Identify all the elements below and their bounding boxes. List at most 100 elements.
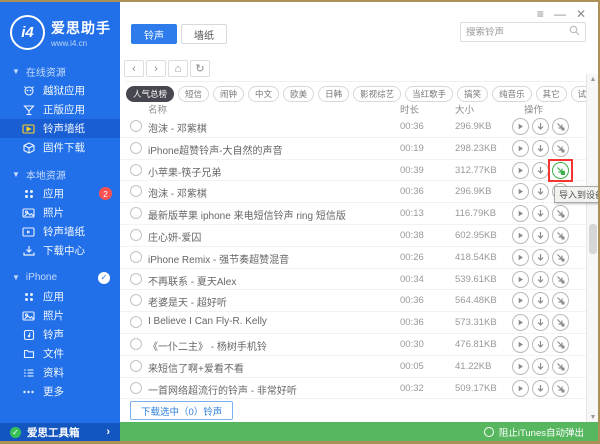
table-row[interactable]: 不再联系 - 夏天Alex 00:34 539.61KB — [120, 269, 586, 291]
import-to-device-button[interactable] — [552, 140, 569, 157]
play-button[interactable] — [512, 380, 529, 397]
sidebar-item-more-dots[interactable]: 更多 — [0, 382, 120, 401]
download-button[interactable] — [532, 118, 549, 135]
table-row[interactable]: 一首网络超流行的铃声 - 非常好听 00:32 509.17KB — [120, 378, 586, 400]
download-button[interactable] — [532, 336, 549, 353]
download-button[interactable] — [532, 162, 549, 179]
back-button[interactable]: ‹ — [124, 60, 144, 77]
row-checkbox[interactable] — [130, 229, 142, 241]
category-pill[interactable]: 日韩 — [318, 86, 349, 102]
sidebar-item-download-center[interactable]: 下载中心 — [0, 241, 120, 260]
menu-icon[interactable]: ≡ — [537, 8, 544, 20]
category-pill[interactable]: 其它 — [536, 86, 567, 102]
download-button[interactable] — [532, 380, 549, 397]
sidebar-item-photos[interactable]: 照片 — [0, 203, 120, 222]
scrollbar[interactable]: ▲ ▼ — [586, 74, 598, 423]
import-to-device-button[interactable] — [552, 205, 569, 222]
row-checkbox[interactable] — [130, 273, 142, 285]
import-to-device-button[interactable] — [552, 380, 569, 397]
download-button[interactable] — [532, 358, 549, 375]
table-row[interactable]: 来短信了啊+爱看不看 00:05 41.22KB — [120, 356, 586, 378]
play-button[interactable] — [512, 336, 529, 353]
sidebar-item-photos[interactable]: 照片 — [0, 306, 120, 325]
play-button[interactable] — [512, 205, 529, 222]
category-pill[interactable]: 纯音乐 — [492, 86, 532, 102]
row-checkbox[interactable] — [130, 382, 142, 394]
row-checkbox[interactable] — [130, 316, 142, 328]
table-row[interactable]: iPhone Remix - 强节奏超赞混音 00:26 418.54KB — [120, 247, 586, 269]
row-checkbox[interactable] — [130, 294, 142, 306]
table-row[interactable]: I Believe I Can Fly-R. Kelly 00:36 573.3… — [120, 312, 586, 334]
table-row[interactable]: 庄心妍-爱囚 00:38 602.95KB — [120, 225, 586, 247]
table-row[interactable]: 老婆是天 - 超好听 00:36 564.48KB — [120, 290, 586, 312]
scrollbar-thumb[interactable] — [589, 224, 597, 254]
import-to-device-button[interactable] — [552, 314, 569, 331]
download-button[interactable] — [532, 140, 549, 157]
import-to-device-button[interactable] — [552, 162, 569, 179]
download-button[interactable] — [532, 271, 549, 288]
table-row[interactable]: 《一仆二主》 - 杨树手机铃 00:30 476.81KB — [120, 334, 586, 356]
import-to-device-button[interactable] — [552, 249, 569, 266]
category-pill[interactable]: 影视综艺 — [353, 86, 401, 102]
minimize-icon[interactable]: — — [554, 8, 566, 20]
row-checkbox[interactable] — [130, 120, 142, 132]
play-button[interactable] — [512, 249, 529, 266]
row-checkbox[interactable] — [130, 207, 142, 219]
sidebar-item-jailbreak-apps[interactable]: 越狱应用 — [0, 81, 120, 100]
sidebar-section-header[interactable]: ▼在线资源 — [0, 62, 120, 81]
toolbox-bar[interactable]: ✓ 爱思工具箱 › — [0, 423, 120, 441]
table-row[interactable]: iPhone超赞铃声-大自然的声音 00:19 298.23KB — [120, 138, 586, 160]
refresh-button[interactable]: ↻ — [190, 60, 210, 77]
play-button[interactable] — [512, 314, 529, 331]
sidebar-item-ringtone-wallpaper[interactable]: 铃声墙纸 — [0, 222, 120, 241]
row-checkbox[interactable] — [130, 142, 142, 154]
import-to-device-button[interactable] — [552, 118, 569, 135]
download-button[interactable] — [532, 314, 549, 331]
download-button[interactable] — [532, 227, 549, 244]
home-button[interactable]: ⌂ — [168, 60, 188, 77]
play-button[interactable] — [512, 358, 529, 375]
sidebar-item-apps-grid[interactable]: 应用2 — [0, 184, 120, 203]
search-input[interactable] — [466, 27, 566, 38]
forward-button[interactable]: › — [146, 60, 166, 77]
sidebar-item-ringtone-wallpaper[interactable]: 铃声墙纸 — [0, 119, 120, 138]
play-button[interactable] — [512, 292, 529, 309]
sidebar-item-apps-grid[interactable]: 应用 — [0, 287, 120, 306]
table-row[interactable]: 最新版苹果 iphone 来电短信铃声 ring 短信版 00:13 116.7… — [120, 203, 586, 225]
row-checkbox[interactable] — [130, 338, 142, 350]
download-button[interactable] — [532, 249, 549, 266]
row-checkbox[interactable] — [130, 185, 142, 197]
sidebar-item-profile[interactable]: 资料 — [0, 363, 120, 382]
category-pill[interactable]: 中文 — [248, 86, 279, 102]
itunes-checkbox[interactable] — [484, 427, 494, 437]
import-to-device-button[interactable] — [552, 271, 569, 288]
sidebar-item-firmware-download[interactable]: 固件下载 — [0, 138, 120, 157]
play-button[interactable] — [512, 118, 529, 135]
search-box[interactable] — [460, 22, 586, 42]
tab-wallpaper[interactable]: 墙纸 — [181, 24, 227, 44]
sidebar-section-header[interactable]: ▼本地资源 — [0, 165, 120, 184]
row-checkbox[interactable] — [130, 164, 142, 176]
close-icon[interactable]: ✕ — [576, 8, 586, 20]
import-to-device-button[interactable] — [552, 227, 569, 244]
play-button[interactable] — [512, 183, 529, 200]
tab-ringtone[interactable]: 铃声 — [131, 24, 177, 44]
row-checkbox[interactable] — [130, 251, 142, 263]
import-to-device-button[interactable] — [552, 292, 569, 309]
sidebar-item-files[interactable]: 文件 — [0, 344, 120, 363]
play-button[interactable] — [512, 271, 529, 288]
category-pill[interactable]: 短信 — [178, 86, 209, 102]
sidebar-item-ringtone[interactable]: 铃声 — [0, 325, 120, 344]
download-button[interactable] — [532, 292, 549, 309]
category-pill[interactable]: 闹钟 — [213, 86, 244, 102]
search-icon[interactable] — [569, 23, 580, 41]
play-button[interactable] — [512, 140, 529, 157]
import-to-device-button[interactable] — [552, 358, 569, 375]
play-button[interactable] — [512, 227, 529, 244]
table-row[interactable]: 泡沫 - 邓紫棋 00:36 296.9KB — [120, 116, 586, 138]
table-row[interactable]: 小苹果-筷子兄弟 00:39 312.77KB — [120, 160, 586, 182]
play-button[interactable] — [512, 162, 529, 179]
category-pill[interactable]: 人气总榜 — [126, 86, 174, 102]
download-button[interactable] — [532, 205, 549, 222]
table-row[interactable]: 泡沫 - 邓紫棋 00:36 296.9KB — [120, 181, 586, 203]
